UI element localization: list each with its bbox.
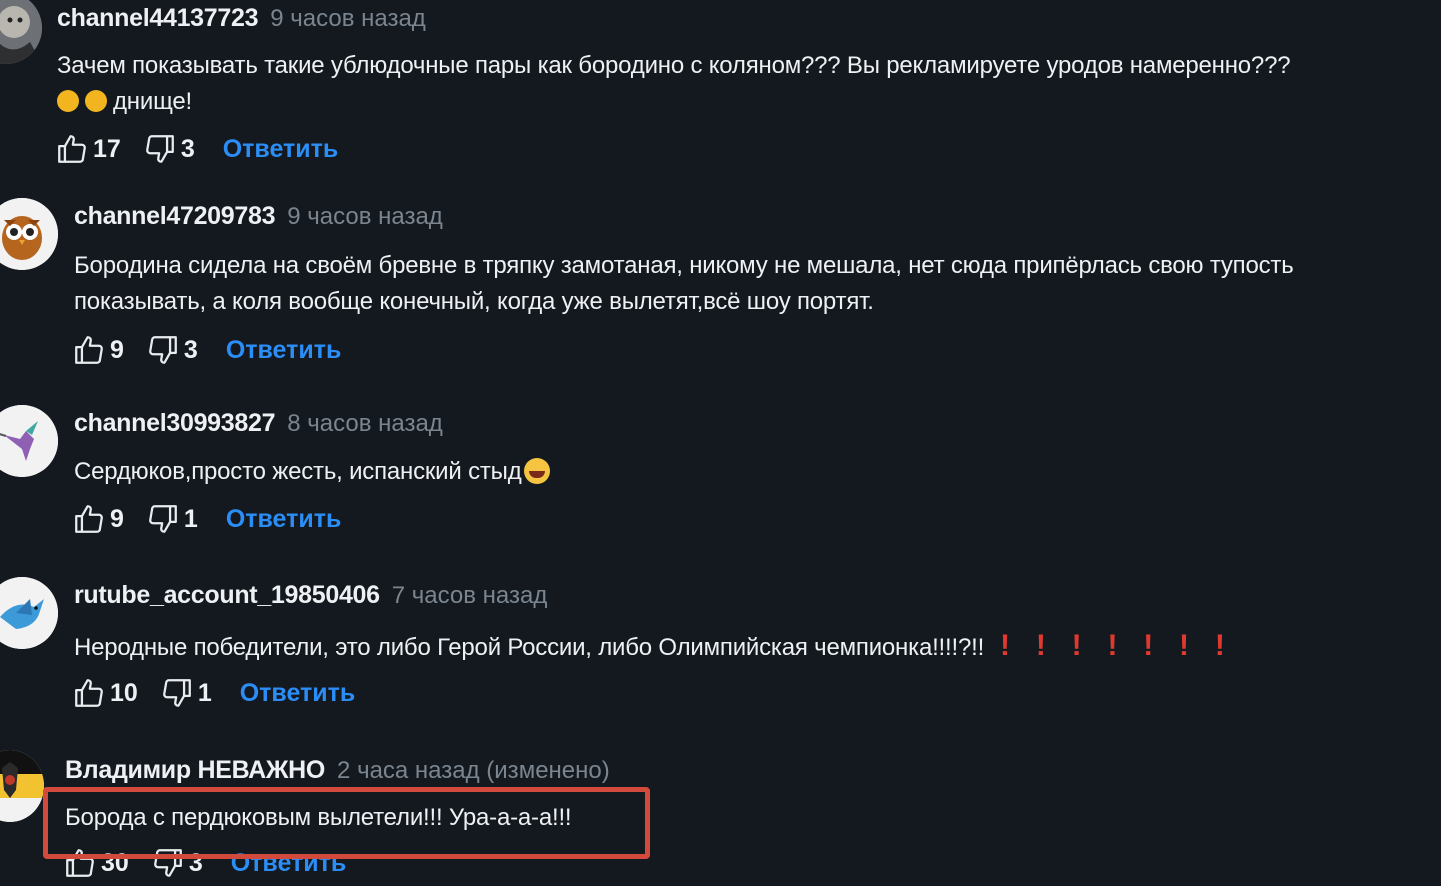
exclamation-mark: !: [1214, 629, 1225, 662]
bird-avatar-icon: [0, 577, 58, 649]
comment-actions: 9 3 Ответить: [72, 333, 341, 367]
avatar[interactable]: [0, 750, 44, 822]
thumbs-up-icon: [75, 679, 103, 707]
comment-actions: 17 3 Ответить: [55, 132, 338, 166]
avatar[interactable]: [0, 577, 58, 649]
dislike-button[interactable]: 3: [143, 132, 195, 166]
exclamation-mark: !: [1179, 629, 1189, 662]
comment-text: Неродные победители, это либо Герой Росс…: [74, 628, 1225, 666]
thumbs-down-icon: [145, 135, 174, 163]
woman-facepalm-icon: [57, 90, 79, 112]
thumbs-down-icon: [149, 336, 177, 364]
comment-time: 9 часов назад: [270, 5, 426, 32]
owl-avatar-icon: [0, 198, 58, 270]
comment-author[interactable]: channel30993827: [74, 409, 276, 437]
joker-avatar-icon: [0, 0, 42, 64]
dislike-count: 1: [197, 678, 212, 707]
like-button[interactable]: 9: [72, 502, 124, 536]
comment-time: 7 часов назад: [391, 582, 548, 609]
thumbs-down-icon: [162, 679, 191, 707]
like-button[interactable]: 17: [55, 132, 121, 166]
comment-time: 8 часов назад: [287, 410, 443, 437]
thumbs-down-icon: [149, 505, 177, 533]
comment-line-2: днище!: [57, 84, 1290, 120]
reply-button[interactable]: Ответить: [226, 336, 342, 365]
hummingbird-avatar-icon: [0, 405, 58, 477]
exclamation-mark: !: [1143, 629, 1154, 662]
like-button[interactable]: 10: [72, 676, 138, 710]
avatar[interactable]: [0, 0, 42, 64]
comment-actions: 9 1 Ответить: [72, 502, 341, 536]
reply-button[interactable]: Ответить: [226, 505, 342, 534]
comment-author[interactable]: channel47209783: [74, 202, 276, 230]
highlight-box: [43, 787, 650, 859]
like-button[interactable]: 9: [72, 333, 124, 367]
exclamation-mark: !: [1071, 629, 1082, 662]
dislike-count: 1: [183, 504, 198, 533]
reply-button[interactable]: Ответить: [223, 135, 339, 164]
dislike-count: 3: [183, 335, 198, 364]
dislike-count: 3: [180, 134, 195, 163]
comment-text: Бородина сидела на своём бревне в тряпку…: [74, 248, 1294, 320]
exclamation-mark: !: [1035, 629, 1046, 662]
exclamation-mark: !: [1107, 629, 1118, 662]
woman-facepalm-icon: [85, 90, 107, 112]
thumbs-up-icon: [75, 505, 103, 533]
like-count: 9: [110, 335, 124, 364]
comment-text: Зачем показывать такие ублюдочные пары к…: [57, 48, 1291, 120]
reply-button[interactable]: Ответить: [240, 679, 356, 708]
comment-line: Неродные победители, это либо Герой Росс…: [74, 634, 985, 661]
like-count: 10: [110, 678, 138, 707]
thumbs-up-icon: [58, 135, 86, 163]
comment-line: Бородина сидела на своём бревне в тряпку…: [74, 252, 1294, 279]
comment-time: 9 часов назад: [287, 203, 443, 230]
comment-line: Зачем показывать такие ублюдочные пары к…: [57, 52, 1291, 79]
comment-line: Сердюков,просто жесть, испанский стыд: [74, 458, 522, 485]
comment-actions: 10 1 Ответить: [72, 676, 355, 710]
comment-author[interactable]: channel44137723: [57, 4, 259, 32]
like-count: 17: [93, 134, 121, 163]
laughing-emoji-icon: [523, 458, 550, 484]
avatar[interactable]: [0, 198, 58, 270]
comment-line-text: днище!: [113, 88, 192, 115]
exclamation-mark: !: [1000, 629, 1010, 662]
dislike-button[interactable]: 1: [146, 502, 198, 536]
like-count: 9: [110, 504, 124, 533]
avatar[interactable]: [0, 405, 58, 477]
imperial-flag-avatar-icon: [0, 750, 44, 822]
dislike-button[interactable]: 3: [146, 333, 198, 367]
thumbs-up-icon: [75, 336, 103, 364]
comment-author[interactable]: rutube_account_19850406: [74, 581, 380, 609]
comment-time: 2 часа назад (изменено): [337, 757, 610, 784]
comment-author[interactable]: Владимир НЕВАЖНО: [65, 756, 325, 784]
comment-line: показывать, а коля вообще конечный, когд…: [74, 288, 874, 315]
comment-text: Сердюков,просто жесть, испанский стыд: [74, 454, 550, 490]
dislike-button[interactable]: 1: [160, 676, 212, 710]
